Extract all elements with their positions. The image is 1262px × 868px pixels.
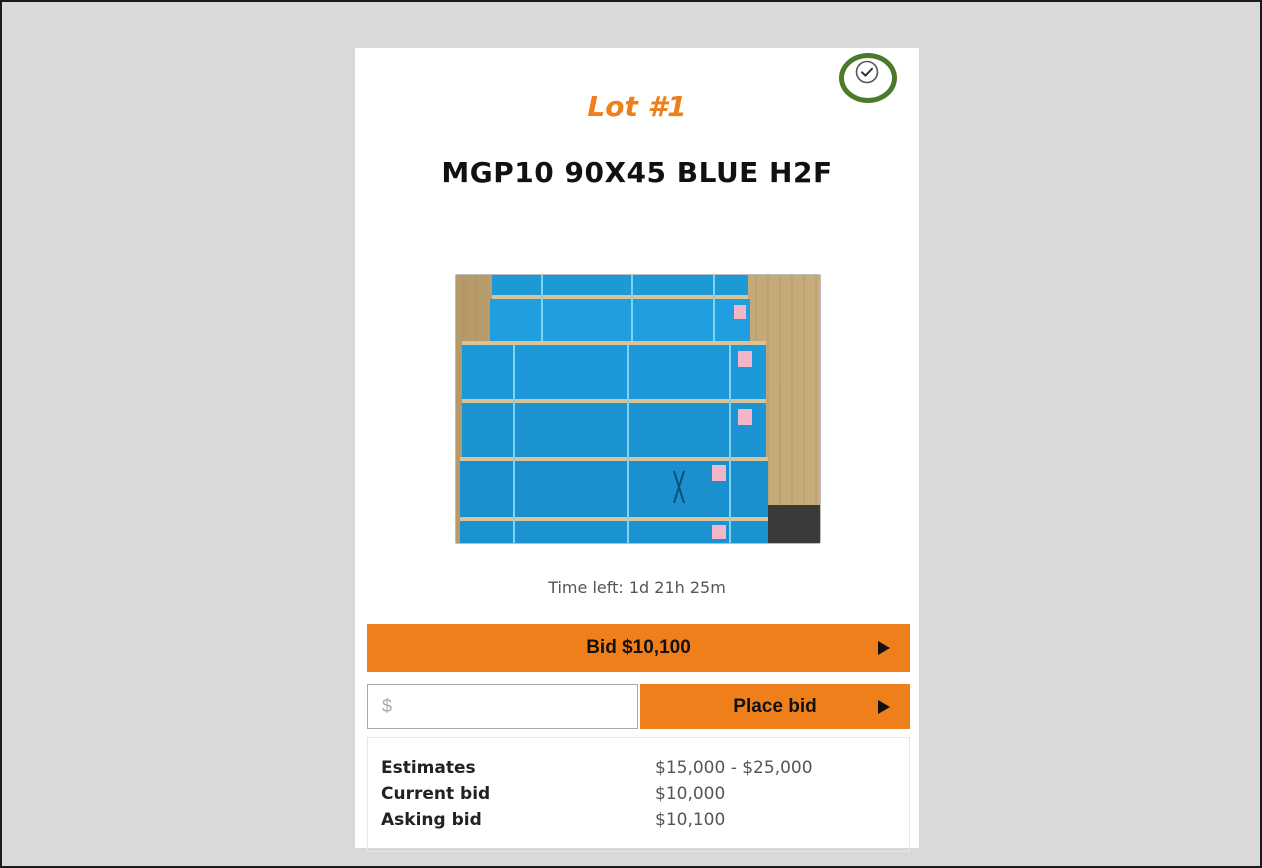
place-bid-label: Place bid [733,696,817,717]
detail-key: Current bid [381,784,491,804]
lot-title[interactable]: MGP10 90X45 BLUE H2F [355,156,919,189]
detail-key: Asking bid [381,810,482,830]
check-circle-icon[interactable] [855,60,879,84]
timber-stack-image [456,275,820,543]
detail-key: Estimates [381,758,476,778]
detail-row-current-bid: Current bid $10,000 [381,784,901,810]
play-arrow-icon [878,699,890,714]
detail-value: $10,100 [655,810,726,830]
detail-row-estimates: Estimates $15,000 - $25,000 [381,758,901,784]
quick-bid-label: Bid $10,100 [586,637,691,658]
lot-number: Lot #1 [587,90,687,123]
detail-row-asking-bid: Asking bid $10,100 [381,810,901,836]
quick-bid-button[interactable]: Bid $10,100 [367,624,910,672]
play-arrow-icon [878,641,890,655]
lot-card: Lot #1 MGP10 90X45 BLUE H2F Time left: 1… [355,48,919,852]
detail-value: $15,000 - $25,000 [655,758,813,778]
screenshot-frame: Lot #1 MGP10 90X45 BLUE H2F Time left: 1… [0,0,1262,868]
detail-value: $10,000 [655,784,726,804]
place-bid-button[interactable]: Place bid [640,684,910,729]
lot-photo[interactable] [455,274,821,544]
bid-amount-input[interactable] [367,684,638,729]
time-left: Time left: 1d 21h 25m [548,578,726,597]
bid-details: Estimates $15,000 - $25,000 Current bid … [367,737,910,852]
